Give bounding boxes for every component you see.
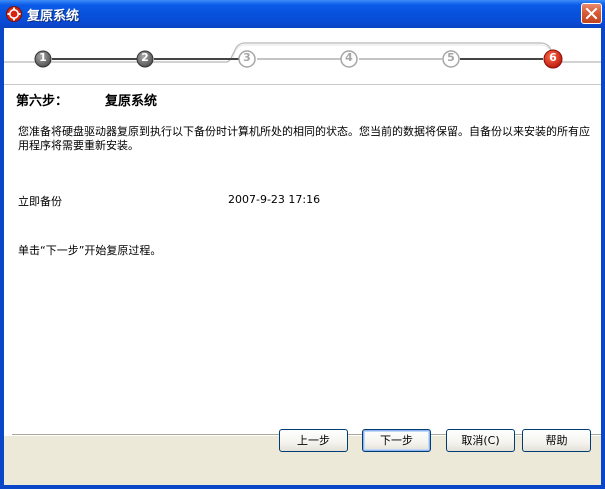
step-5-label: 5 xyxy=(447,51,455,64)
step-5: 5 xyxy=(442,50,460,68)
step-1: 1 xyxy=(34,50,52,68)
next-button[interactable]: 下一步 xyxy=(362,429,431,452)
cancel-button[interactable]: 取消(C) xyxy=(446,429,515,452)
step-4-label: 4 xyxy=(345,51,353,64)
step-heading-label: 第六步： xyxy=(16,94,69,109)
dialog-body: 1 2 3 4 5 6 第六步： 复原系统 您准备将硬盘驱动器复原到执行以下备份… xyxy=(4,28,601,485)
close-button[interactable] xyxy=(581,3,602,24)
step-heading-name: 复原系统 xyxy=(105,94,158,109)
restore-dialog: 复原系统 1 2 3 4 5 6 第六步： 复原系统 您准备将硬盘驱动器复原到执… xyxy=(0,0,605,489)
step-2-label: 2 xyxy=(141,51,149,64)
system-restore-icon xyxy=(6,6,22,22)
backup-timestamp: 2007-9-23 17:16 xyxy=(228,193,321,206)
restore-description: 您准备将硬盘驱动器复原到执行以下备份时计算机所处的相同的状态。您当前的数据将保留… xyxy=(18,125,590,152)
step-2: 2 xyxy=(136,50,154,68)
instruction-text: 单击“下一步”开始复原过程。 xyxy=(18,244,162,257)
window-title: 复原系统 xyxy=(27,9,80,24)
title-bar[interactable]: 复原系统 xyxy=(0,0,605,28)
backup-name: 立即备份 xyxy=(18,195,62,208)
step-6-label: 6 xyxy=(549,51,557,64)
close-icon xyxy=(585,7,598,20)
help-button[interactable]: 帮助 xyxy=(522,429,591,452)
step-4: 4 xyxy=(340,50,358,68)
step-3: 3 xyxy=(238,50,256,68)
step-3-label: 3 xyxy=(243,51,251,64)
step-1-label: 1 xyxy=(39,51,47,64)
step-6-current: 6 xyxy=(543,49,563,69)
back-button[interactable]: 上一步 xyxy=(279,429,348,452)
step-progress-bar xyxy=(4,28,601,85)
